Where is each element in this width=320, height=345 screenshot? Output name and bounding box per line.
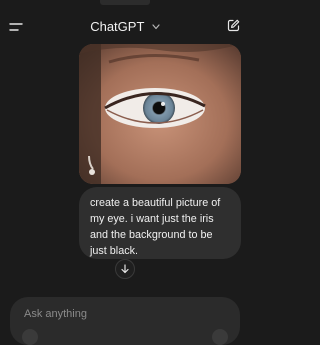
app-header: ChatGPT xyxy=(0,12,250,42)
user-message-bubble: create a beautiful picture of my eye. i … xyxy=(79,187,241,259)
chevron-down-icon xyxy=(152,18,160,33)
user-message-text: create a beautiful picture of my eye. i … xyxy=(90,197,221,257)
user-uploaded-eye-photo xyxy=(79,44,241,184)
page-title: ChatGPT xyxy=(90,19,145,34)
new-chat-button[interactable] xyxy=(227,19,240,32)
menu-button[interactable] xyxy=(9,20,23,32)
uploaded-image[interactable] xyxy=(79,44,241,184)
top-edge xyxy=(0,0,250,8)
scroll-to-bottom-button[interactable] xyxy=(115,259,135,279)
message-input[interactable] xyxy=(24,306,214,322)
composer xyxy=(10,297,240,345)
arrow-down-icon xyxy=(121,264,129,274)
composer-action-left[interactable] xyxy=(22,329,38,345)
menu-icon xyxy=(9,23,23,31)
new-chat-icon xyxy=(227,19,240,32)
composer-action-right[interactable] xyxy=(212,329,228,345)
model-selector[interactable]: ChatGPT xyxy=(85,18,165,34)
top-edge-handle xyxy=(100,0,150,5)
